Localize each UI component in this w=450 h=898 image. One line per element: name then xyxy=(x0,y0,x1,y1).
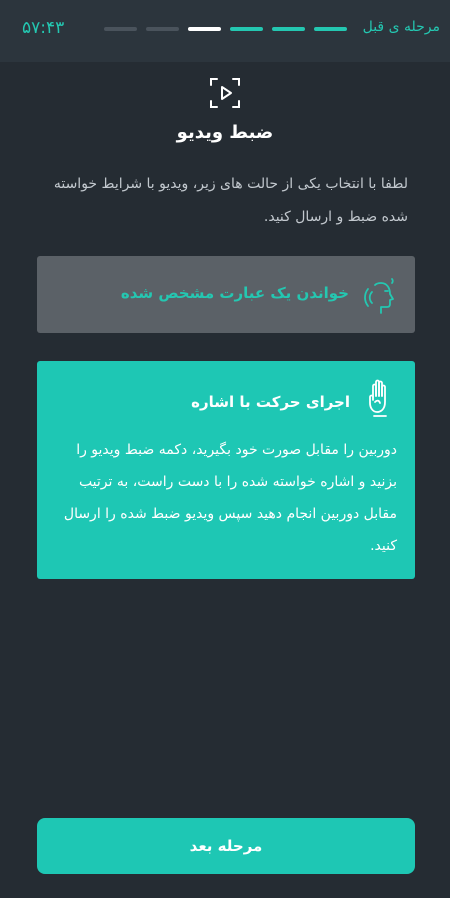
step-indicator-1 xyxy=(104,27,137,31)
page-description: لطفا با انتخاب یکی از حالت های زیر، ویدی… xyxy=(53,176,408,225)
option-read-label: خواندن یک عبارت مشخص شده xyxy=(120,284,349,302)
step-progress xyxy=(104,27,348,31)
step-indicator-5 xyxy=(272,27,305,31)
step-indicator-4 xyxy=(230,27,263,31)
speaking-face-icon xyxy=(364,278,394,314)
top-bar: مرحله ی قبل ۵۷:۴۳ xyxy=(0,0,450,62)
option-gesture-description: دوربین را مقابل صورت خود بگیرید، دکمه ضب… xyxy=(63,442,397,554)
video-frame-play-icon xyxy=(210,78,240,108)
option-gesture-label: اجرای حرکت با اشاره xyxy=(191,393,350,411)
option-read-phrase[interactable]: خواندن یک عبارت مشخص شده xyxy=(37,256,415,333)
next-step-button[interactable]: مرحله بعد xyxy=(37,818,415,874)
option-hand-gesture[interactable]: اجرای حرکت با اشاره دوربین را مقابل صورت… xyxy=(37,361,415,579)
hand-gesture-icon xyxy=(369,379,387,417)
step-indicator-current xyxy=(188,27,221,31)
back-button[interactable]: مرحله ی قبل xyxy=(363,19,440,35)
step-indicator-6 xyxy=(314,27,347,31)
countdown-timer: ۵۷:۴۳ xyxy=(22,18,65,38)
step-indicator-2 xyxy=(146,27,179,31)
page-title: ضبط ویدیو xyxy=(176,122,274,143)
